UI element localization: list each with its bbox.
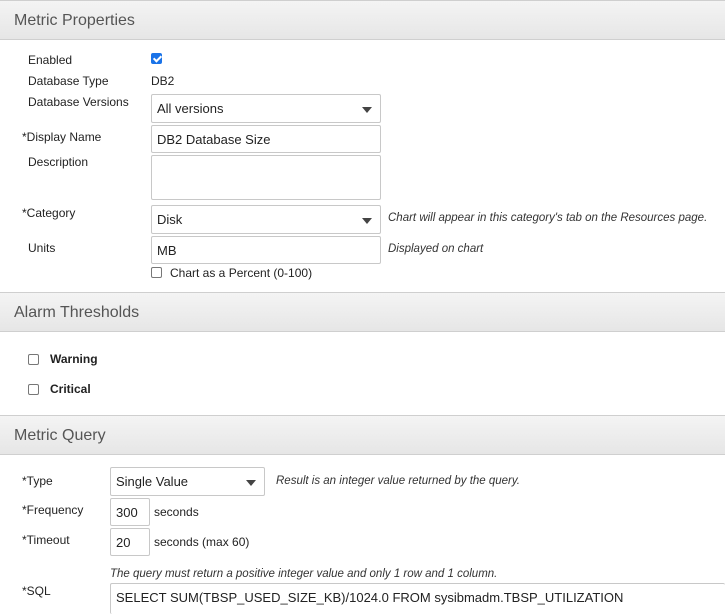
sql-text: SELECT SUM(TBSP_USED_SIZE_KB)/1024.0 FRO… [116, 590, 624, 605]
chevron-down-icon [362, 106, 372, 113]
description-label: Description [28, 155, 89, 169]
timeout-label: *Timeout [22, 533, 70, 547]
database-type-label: Database Type [28, 74, 109, 88]
warning-checkbox[interactable] [28, 354, 39, 365]
frequency-label: *Frequency [22, 503, 84, 517]
units-label: Units [28, 241, 56, 255]
description-textarea[interactable] [151, 155, 381, 200]
section-title: Metric Query [14, 427, 106, 444]
display-name-label: *Display Name [22, 130, 102, 144]
category-label: *Category [22, 206, 76, 220]
database-versions-select[interactable]: All versions [151, 94, 381, 123]
metric-query-header: Metric Query [0, 415, 725, 455]
category-selected: Disk [157, 212, 183, 227]
sql-label: *SQL [22, 584, 51, 598]
type-select[interactable]: Single Value [110, 467, 265, 496]
units-text: MB [157, 242, 177, 258]
type-label: *Type [22, 474, 53, 488]
frequency-text: 300 [116, 504, 138, 520]
critical-label: Critical [50, 382, 91, 396]
type-hint: Result is an integer value returned by t… [276, 475, 520, 487]
database-type-value: DB2 [151, 74, 175, 88]
units-input[interactable]: MB [151, 236, 381, 264]
section-title: Alarm Thresholds [14, 304, 140, 321]
frequency-input[interactable]: 300 [110, 498, 150, 526]
type-selected: Single Value [116, 474, 189, 489]
chevron-down-icon [246, 479, 256, 486]
database-versions-label: Database Versions [28, 95, 129, 109]
sql-textarea[interactable]: SELECT SUM(TBSP_USED_SIZE_KB)/1024.0 FRO… [110, 583, 725, 614]
alarm-thresholds-header: Alarm Thresholds [0, 292, 725, 332]
timeout-input[interactable]: 20 [110, 528, 150, 556]
enabled-checkbox[interactable] [151, 53, 162, 64]
chart-percent-checkbox[interactable] [151, 267, 162, 278]
category-select[interactable]: Disk [151, 205, 381, 234]
critical-checkbox[interactable] [28, 384, 39, 395]
frequency-unit: seconds [154, 505, 199, 519]
warning-label: Warning [50, 352, 98, 366]
database-versions-selected: All versions [157, 101, 224, 116]
sql-hint: The query must return a positive integer… [110, 568, 498, 580]
enabled-label: Enabled [28, 53, 73, 67]
timeout-unit: seconds (max 60) [154, 535, 250, 549]
timeout-text: 20 [116, 534, 131, 550]
display-name-input[interactable]: DB2 Database Size [151, 125, 381, 153]
metric-properties-header: Metric Properties [0, 0, 725, 40]
units-hint: Displayed on chart [388, 243, 484, 255]
section-title: Metric Properties [14, 12, 135, 29]
chevron-down-icon [362, 217, 372, 224]
chart-percent-label: Chart as a Percent (0-100) [170, 266, 313, 280]
display-name-text: DB2 Database Size [157, 131, 271, 147]
category-hint: Chart will appear in this category's tab… [388, 212, 708, 224]
